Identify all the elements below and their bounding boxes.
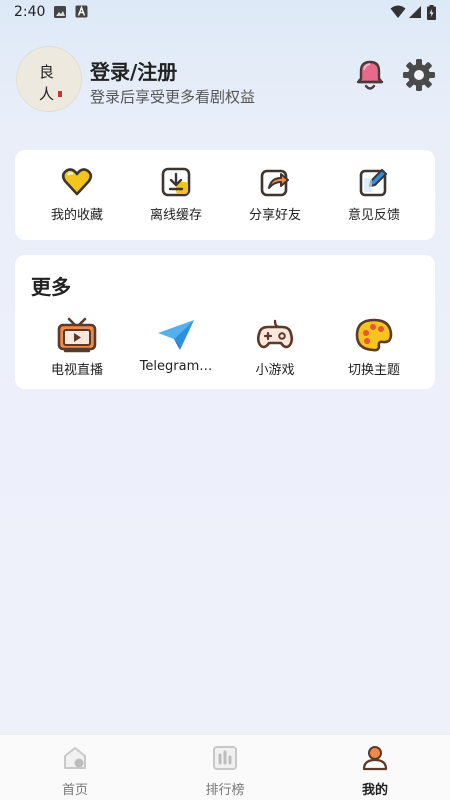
status-bar: 2:40 [0,0,450,24]
feedback-edit-icon [359,169,387,197]
share-friends-label: 分享好友 [248,208,301,223]
tab-mine[interactable]: 我的 [300,735,450,800]
wifi-icon [390,5,406,18]
quick-actions-card: 我的收藏 离线缓存 分享好友 意见反馈 [15,150,435,240]
gamepad-icon [256,319,294,349]
telegram-label: Telegram… [139,359,213,374]
battery-icon [427,5,436,20]
download-icon [161,167,191,197]
offline-cache-label: 离线缓存 [149,208,202,223]
tab-home[interactable]: 首页 [0,735,150,800]
switch-theme-label: 切换主题 [347,363,400,378]
share-friends-button[interactable]: 分享好友 [225,166,325,223]
bell-icon[interactable] [354,58,386,92]
offline-cache-button[interactable]: 离线缓存 [126,166,226,223]
signal-icon [409,6,421,18]
switch-theme-button[interactable]: 切换主题 [324,317,424,378]
login-subtitle: 登录后享受更多看剧权益 [90,88,256,106]
home-icon [64,747,86,769]
palette-icon [355,318,393,352]
tv-live-label: 电视直播 [50,363,103,378]
tv-icon [57,317,97,353]
chart-icon [213,746,237,770]
mini-games-button[interactable]: 小游戏 [225,317,325,378]
more-title: 更多 [31,275,71,299]
favorites-button[interactable]: 我的收藏 [27,166,127,223]
tab-mine-label: 我的 [361,783,388,798]
settings-gear-icon[interactable] [402,58,436,92]
svg-text:人: 人 [39,85,54,103]
bottom-tab-bar: 首页 排行榜 我的 [0,734,450,800]
login-title[interactable]: 登录/注册 [90,56,177,85]
avatar-logo-icon: 良 人 [39,63,62,103]
mini-games-label: 小游戏 [255,363,295,378]
status-time: 2:40 [14,4,46,20]
more-card: 更多 电视直播 Telegram… 小游戏 切换主题 [15,255,435,389]
svg-text:良: 良 [39,63,54,81]
telegram-icon [158,320,194,350]
share-icon [260,169,289,197]
profile-icon [362,746,388,771]
avatar[interactable]: 良 人 [16,46,82,112]
heart-icon [61,168,93,196]
a-notification-icon [75,5,88,18]
tab-ranking-label: 排行榜 [205,783,245,798]
telegram-button[interactable]: Telegram… [126,317,226,374]
feedback-button[interactable]: 意见反馈 [324,166,424,223]
image-notification-icon [54,6,66,18]
tab-ranking[interactable]: 排行榜 [150,735,300,800]
tab-home-label: 首页 [61,783,88,798]
feedback-label: 意见反馈 [347,208,400,223]
tv-live-button[interactable]: 电视直播 [27,317,127,378]
favorites-label: 我的收藏 [50,208,103,223]
